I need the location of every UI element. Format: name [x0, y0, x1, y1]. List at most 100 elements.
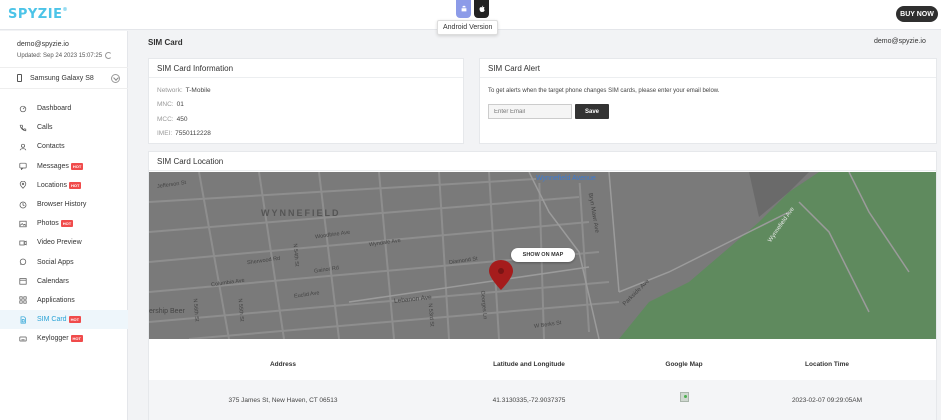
col-location-time: Location Time — [805, 360, 849, 368]
android-tab[interactable] — [456, 0, 471, 18]
sidebar-item-contacts[interactable]: Contacts — [0, 137, 128, 156]
platform-tabs — [456, 0, 489, 18]
sidebar-nav: Dashboard Calls Contacts Messages HOT Locatio… — [0, 99, 128, 348]
sidebar-item-label: Photos — [37, 220, 59, 228]
map-label-avenue: Wynnefield Avenue — [536, 175, 596, 182]
account-email: demo@spyzie.io — [17, 41, 69, 48]
buy-now-button[interactable]: BUY NOW — [896, 6, 938, 22]
cell-location-time: 2023-02-07 09:29:05AM — [791, 396, 863, 404]
sidebar-item-video-preview[interactable]: Video Preview — [0, 233, 128, 252]
hot-badge: HOT — [70, 335, 83, 343]
sidebar-item-label: Calendars — [37, 277, 69, 285]
sidebar-item-label: Applications — [37, 296, 75, 304]
sidebar-item-keylogger[interactable]: Keylogger HOT — [0, 329, 128, 348]
dashboard-icon — [19, 105, 27, 113]
refresh-icon[interactable] — [105, 52, 113, 59]
sidebar: demo@spyzie.io Updated: Sep 24 2023 15:0… — [0, 31, 128, 420]
sidebar-item-label: Keylogger — [37, 335, 69, 343]
sim-info-value: 450 — [176, 115, 188, 123]
location-map[interactable]: Wynnefield Avenue WYNNEFIELD Lebanon Ave… — [149, 172, 936, 339]
device-name: Samsung Galaxy S8 — [30, 74, 94, 82]
sidebar-item-label: Calls — [37, 124, 53, 132]
platform-tooltip: Android Version — [437, 20, 499, 35]
sim-info-row: MCC: 450 — [149, 112, 463, 127]
hot-badge: HOT — [70, 162, 84, 170]
sim-location-card: SIM Card Location Wynnefield Avenue WYNN… — [148, 151, 937, 420]
sidebar-item-messages[interactable]: Messages HOT — [0, 157, 128, 176]
phone-device-icon — [17, 74, 22, 82]
sidebar-item-label: Video Preview — [37, 239, 82, 247]
video-icon — [19, 239, 27, 247]
hot-badge: HOT — [68, 181, 82, 189]
calendar-icon — [19, 277, 27, 285]
sim-info-value: 01 — [176, 101, 184, 109]
sidebar-item-label: Browser History — [37, 201, 87, 209]
save-button[interactable]: Save — [575, 104, 609, 119]
sim-info-value: 7550112228 — [175, 130, 211, 138]
apple-icon — [479, 5, 485, 13]
sim-info-row: Network: T-Mobile — [149, 83, 463, 98]
ios-tab[interactable] — [474, 0, 489, 18]
sim-icon — [19, 316, 27, 324]
sidebar-item-label: Social Apps — [37, 258, 74, 266]
photo-icon — [19, 220, 27, 228]
cell-latlng: 41.3130335,-72.9037375 — [492, 396, 566, 404]
apps-icon — [19, 296, 27, 305]
sidebar-item-label: Dashboard — [37, 105, 72, 113]
header-email: demo@spyzie.io — [874, 38, 926, 45]
alert-email-input[interactable] — [488, 104, 572, 119]
sim-location-title: SIM Card Location — [149, 152, 936, 171]
contacts-icon — [19, 143, 27, 151]
sim-info-label: MNC: — [157, 101, 174, 109]
table-row: 375 James St, New Haven, CT 06513 41.313… — [149, 380, 936, 420]
sim-alert-title: SIM Card Alert — [480, 59, 936, 78]
phone-icon — [19, 124, 27, 132]
sidebar-item-applications[interactable]: Applications — [0, 291, 128, 310]
sim-info-card: SIM Card Information Network: T-Mobile MNC… — [148, 58, 464, 144]
sim-info-value: T-Mobile — [185, 86, 211, 94]
sim-alert-card: SIM Card Alert To get alerts when the ta… — [479, 58, 937, 144]
location-icon — [19, 181, 27, 190]
sidebar-item-dashboard[interactable]: Dashboard — [0, 99, 128, 118]
device-selector[interactable]: Samsung Galaxy S8 — [0, 67, 128, 89]
map-label-brewery: ership Beer — [149, 308, 185, 315]
sidebar-item-photos[interactable]: Photos HOT — [0, 214, 128, 233]
sidebar-item-label: Contacts — [37, 143, 65, 151]
sim-info-title: SIM Card Information — [149, 59, 463, 78]
sim-alert-description: To get alerts when the target phone chan… — [488, 88, 720, 94]
sidebar-item-locations[interactable]: Locations HOT — [0, 176, 128, 195]
chat-icon — [19, 258, 27, 266]
sim-info-row: IMEI: 7550112228 — [149, 127, 463, 142]
hot-badge: HOT — [68, 316, 82, 324]
sidebar-item-calendars[interactable]: Calendars — [0, 272, 128, 291]
google-map-icon[interactable] — [679, 392, 689, 402]
col-latlng: Latitude and Longitude — [493, 360, 565, 368]
page-title: SIM Card — [148, 38, 183, 47]
sim-info-rows: Network: T-Mobile MNC: 01 MCC: 450 IMEI: 755011… — [149, 78, 463, 141]
sidebar-item-calls[interactable]: Calls — [0, 118, 128, 137]
cell-google-map — [639, 392, 729, 404]
sidebar-item-label: Messages — [37, 162, 69, 170]
map-label-neighborhood: WYNNEFIELD — [261, 208, 341, 218]
sidebar-item-sim-card[interactable]: SIM Card HOT — [0, 310, 128, 330]
sim-info-row: MNC: 01 — [149, 98, 463, 113]
clock-icon — [19, 201, 27, 209]
hot-badge: HOT — [60, 220, 74, 228]
last-updated: Updated: Sep 24 2023 15:07:25 — [17, 52, 113, 59]
show-on-map-button[interactable]: SHOW ON MAP — [511, 248, 575, 262]
sidebar-item-label: SIM Card — [37, 316, 67, 324]
updated-text: Updated: Sep 24 2023 15:07:25 — [17, 52, 103, 59]
col-google-map: Google Map — [665, 360, 703, 368]
chevron-down-icon[interactable] — [111, 73, 120, 83]
location-table-header: Address Latitude and Longitude Google Ma… — [149, 349, 936, 379]
sidebar-item-social-apps[interactable]: Social Apps — [0, 253, 128, 272]
sim-info-label: IMEI: — [157, 130, 173, 138]
sidebar-item-label: Locations — [37, 181, 67, 189]
sidebar-item-browser-history[interactable]: Browser History — [0, 195, 128, 214]
cell-address: 375 James St, New Haven, CT 06513 — [228, 396, 338, 404]
spyzie-logo[interactable]: SPYZIE® — [8, 7, 68, 22]
keyboard-icon — [19, 335, 27, 343]
col-address: Address — [269, 360, 296, 368]
message-icon — [19, 162, 27, 171]
sim-info-label: Network: — [157, 86, 183, 94]
